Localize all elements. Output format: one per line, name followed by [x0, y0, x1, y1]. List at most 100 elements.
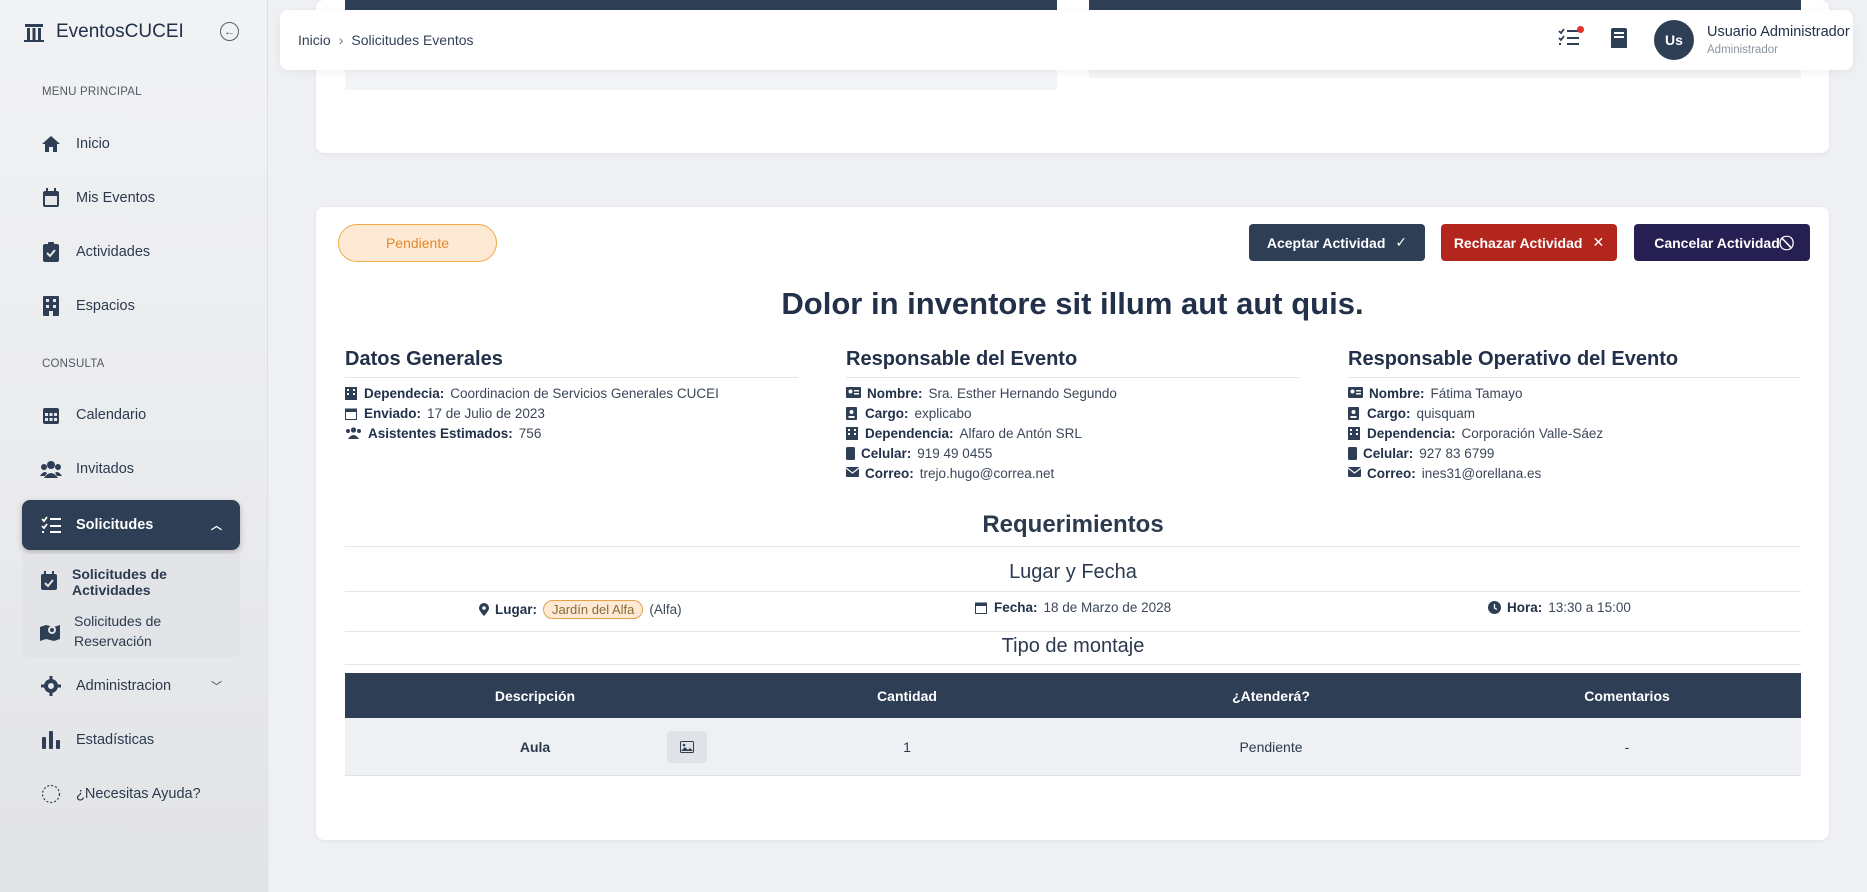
operativo-dependencia-line: Dependencia: Corporación Valle-Sáez — [1348, 426, 1603, 441]
lugar-fecha-title: Lugar y Fecha — [1009, 561, 1137, 583]
header-cantidad: Cantidad — [877, 687, 937, 704]
operativo-celular: 927 83 6799 — [1419, 446, 1495, 461]
responsable-cargo: explicabo — [914, 406, 972, 421]
map-marker-icon — [40, 621, 60, 644]
cargo-label: Cargo: — [1367, 406, 1411, 421]
sidebar-item-ayuda[interactable]: ¿Necesitas Ayuda? — [22, 769, 240, 819]
lugar-alias: (Alfa) — [649, 602, 682, 617]
sidebar-item-estadisticas[interactable]: Estadísticas — [22, 715, 240, 765]
responsable-correo[interactable]: trejo.hugo@correa.net — [920, 466, 1055, 481]
section-label-consult: CONSULTA — [42, 358, 105, 370]
sidebar-item-inicio[interactable]: Inicio — [22, 119, 240, 169]
logo-icon — [24, 24, 44, 42]
sidebar-item-label: Estadísticas — [76, 732, 155, 748]
chevron-down-icon: ﹀ — [211, 681, 222, 693]
arrow-left-icon: ← — [224, 25, 235, 38]
montaje-table: Descripción Cantidad ¿Atenderá? Comentar… — [345, 673, 1801, 776]
requerimientos-title: Requerimientos — [982, 511, 1164, 538]
enviado-label: Enviado: — [364, 406, 422, 421]
users-icon — [40, 458, 62, 480]
home-icon — [40, 133, 62, 155]
operativo-correo[interactable]: ines31@orellana.es — [1422, 466, 1542, 481]
nombre-label: Nombre: — [1369, 386, 1425, 401]
responsable-cargo-line: Cargo: explicabo — [846, 406, 972, 421]
enviado-value: 17 de Julio de 2023 — [427, 406, 545, 421]
hora-label: Hora: — [1507, 600, 1543, 615]
sidebar-item-calendario[interactable]: Calendario — [22, 390, 240, 440]
accept-activity-button[interactable]: Aceptar Actividad ✓ — [1249, 224, 1425, 261]
image-icon — [680, 741, 694, 753]
celular-label: Celular: — [861, 446, 912, 461]
dependencia-label: Dependecia: — [364, 386, 445, 401]
divider — [345, 631, 1801, 632]
divider — [1348, 377, 1801, 378]
event-title: Dolor in inventore sit illum aut aut qui… — [781, 286, 1364, 321]
phone-icon — [846, 447, 855, 460]
brand-name: EventosCUCEI — [56, 21, 184, 42]
header-atendera: ¿Atenderá? — [1232, 687, 1310, 704]
reject-activity-button[interactable]: Rechazar Actividad ✕ — [1441, 224, 1617, 261]
responsable-nombre-line: Nombre: Sra. Esther Hernando Segundo — [846, 386, 1117, 401]
sidebar: EventosCUCEI ← MENU PRINCIPAL Inicio Mis… — [0, 0, 268, 892]
badge-icon — [846, 407, 859, 420]
book-button[interactable] — [1610, 28, 1634, 52]
responsable-nombre: Sra. Esther Hernando Segundo — [928, 386, 1117, 401]
responsable-title: Responsable del Evento — [846, 348, 1078, 370]
breadcrumb-item-inicio[interactable]: Inicio — [298, 32, 331, 48]
asistentes-label: Asistentes Estimados: — [368, 426, 513, 441]
fecha-value: 18 de Marzo de 2028 — [1043, 600, 1172, 615]
submenu-item-label: Solicitudes de Actividades — [72, 566, 167, 598]
building-icon — [40, 295, 62, 317]
calendar-check-icon — [40, 570, 58, 594]
divider — [345, 664, 1801, 665]
map-pin-icon — [479, 603, 489, 616]
correo-label: Correo: — [865, 466, 914, 481]
chevron-up-icon: ︿ — [211, 520, 222, 532]
submenu-item-label: Solicitudes de Reservación — [74, 613, 162, 649]
fecha-label: Fecha: — [994, 600, 1038, 615]
cancel-activity-label: Cancelar Actividad — [1654, 234, 1780, 251]
building-icon — [846, 427, 859, 440]
sidebar-item-actividades[interactable]: Actividades — [22, 227, 240, 277]
fecha-line: Fecha: 18 de Marzo de 2028 — [975, 600, 1171, 615]
cancel-activity-button[interactable]: Cancelar Actividad ⃠ — [1634, 224, 1810, 261]
cell-cantidad: 1 — [903, 738, 911, 755]
calendar-icon — [40, 187, 62, 209]
brand[interactable]: EventosCUCEI — [22, 20, 184, 44]
avatar[interactable]: Us — [1654, 20, 1694, 60]
close-icon: ✕ — [1592, 234, 1605, 250]
operativo-celular-line: Celular: 927 83 6799 — [1348, 446, 1494, 461]
collapse-sidebar-button[interactable]: ← — [220, 22, 239, 41]
solicitudes-submenu: Solicitudes de Actividades Solicitudes d… — [22, 554, 240, 658]
calendar-grid-icon — [40, 404, 62, 426]
sidebar-item-invitados[interactable]: Invitados — [22, 444, 240, 494]
id-card-icon — [846, 387, 861, 400]
help-circle-icon — [40, 783, 62, 805]
divider — [345, 546, 1801, 547]
sidebar-item-administracion[interactable]: Administracion ﹀ — [22, 661, 240, 711]
sidebar-item-espacios[interactable]: Espacios — [22, 281, 240, 331]
responsable-celular: 919 49 0455 — [917, 446, 993, 461]
clock-icon — [1488, 601, 1501, 614]
id-card-icon — [1348, 387, 1363, 400]
divider — [345, 591, 1801, 592]
dependencia-value: Coordinacion de Servicios Generales CUCE… — [450, 386, 719, 401]
list-check-icon — [40, 514, 62, 536]
submenu-item-reservacion[interactable]: Solicitudes de Reservación — [22, 610, 240, 654]
sidebar-item-solicitudes[interactable]: Solicitudes ︿ — [22, 500, 240, 550]
divider — [846, 377, 1299, 378]
dependencia-line: Dependecia: Coordinacion de Servicios Ge… — [345, 386, 719, 401]
view-image-button[interactable] — [667, 731, 707, 763]
tasks-notification-button[interactable] — [1558, 26, 1584, 52]
submenu-item-actividades[interactable]: Solicitudes de Actividades — [22, 562, 240, 602]
operativo-correo-line: Correo: ines31@orellana.es — [1348, 466, 1541, 481]
lugar-line: Lugar: Jardín del Alfa (Alfa) — [479, 600, 682, 619]
sidebar-item-label: Administracion — [76, 678, 172, 694]
sidebar-item-mis-eventos[interactable]: Mis Eventos — [22, 173, 240, 223]
operativo-title: Responsable Operativo del Evento — [1348, 348, 1679, 370]
montaje-title: Tipo de montaje — [1001, 635, 1145, 657]
calendar-icon — [345, 407, 358, 420]
bar-chart-icon — [40, 729, 62, 751]
responsable-celular-line: Celular: 919 49 0455 — [846, 446, 992, 461]
dependencia-label: Dependencia: — [865, 426, 954, 441]
